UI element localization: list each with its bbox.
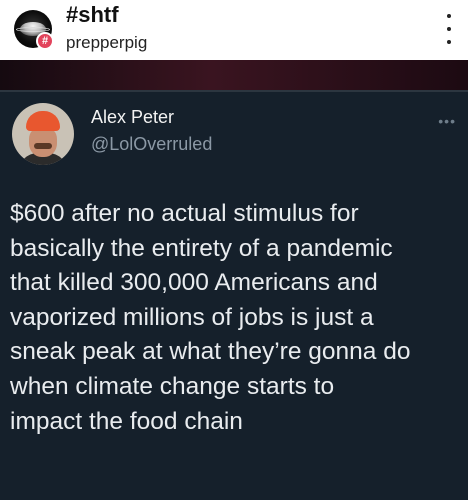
post-header: # #shtf prepperpig [0,0,468,60]
hashtag-badge: # [36,32,54,50]
tweet-text: $600 after no actual stimulus for basica… [10,197,462,439]
tweet-author-handle: @LolOverruled [91,134,213,154]
hashtag-title[interactable]: #shtf [66,2,119,28]
vertical-dots-icon[interactable] [444,14,454,44]
tweet-text-line: when climate change starts to [10,372,335,400]
horizontal-dots-icon: ••• [438,113,456,129]
tweet-text-line: $600 after no actual stimulus for [10,200,359,227]
top-band [0,60,468,90]
tweet-text-line: sneak peak at what they’re gonna do [10,338,411,366]
tweet-text-line: impact the food chain [10,407,243,435]
tweet-text-line: that killed 300,000 Americans and [10,269,378,297]
tweet-text-line: vaporized millions of jobs is just a [10,303,374,331]
divider [0,90,468,92]
tweet-author-name: Alex Peter [91,107,175,127]
tweet-author-avatar [12,103,74,165]
tweet-text-line: basically the entirety of a pandemic [10,234,393,262]
tweet-screenshot: Alex Peter @LolOverruled ••• $600 after … [0,60,468,500]
poster-username[interactable]: prepperpig [66,33,147,53]
